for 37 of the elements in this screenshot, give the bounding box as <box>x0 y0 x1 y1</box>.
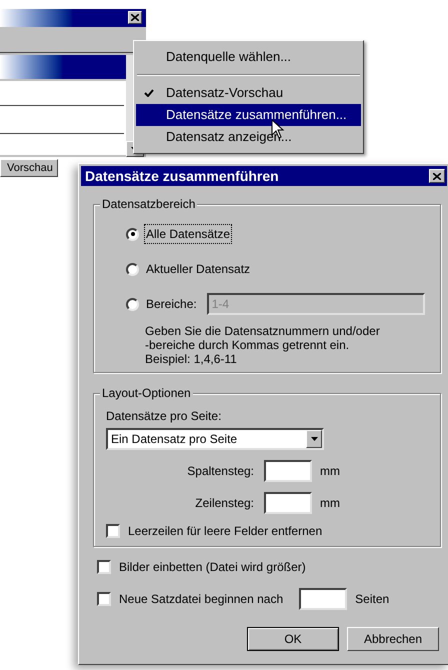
unit-label: Seiten <box>355 591 390 608</box>
input-field[interactable] <box>299 588 348 610</box>
close-icon <box>131 14 139 21</box>
radio-button[interactable] <box>126 298 139 310</box>
dropdown[interactable]: Ein Datensatz pro Seite <box>106 428 324 450</box>
input-field[interactable] <box>264 492 312 514</box>
checkbox-label[interactable]: Bilder einbetten (Datei wird größer) <box>119 558 306 576</box>
group-title: Layout-Optionen <box>100 385 193 401</box>
checkmark-icon <box>144 89 154 97</box>
radio-button[interactable] <box>126 262 139 276</box>
checkbox[interactable] <box>97 560 111 574</box>
close-icon <box>433 172 441 180</box>
vorschau-tab[interactable]: Vorschau <box>0 159 58 177</box>
checkbox[interactable] <box>97 592 111 606</box>
hint-text: Geben Sie die Datensatznummern und/oder -bereiche durch Kommas getrennt ein. Beispiel: 1,4,6-11 <box>144 323 381 366</box>
radio-label[interactable]: Alle Datensätze <box>145 225 232 243</box>
dialog-title: Datensätze zusammenführen <box>85 166 279 186</box>
menu-item[interactable]: Datenquelle wählen... <box>136 46 361 68</box>
input-field[interactable] <box>264 460 312 482</box>
close-button[interactable] <box>429 169 445 183</box>
radio-label[interactable]: Bereiche: <box>145 295 198 313</box>
field-label: Zeilensteg: <box>194 495 255 512</box>
checkbox-label[interactable]: Neue Satzdatei beginnen nach <box>119 590 284 608</box>
dialog-button[interactable]: Abbrechen <box>347 627 439 651</box>
checkbox[interactable] <box>106 524 120 538</box>
menu-item[interactable]: Datensatz-Vorschau <box>136 82 361 104</box>
unit-label: mm <box>319 463 340 480</box>
field-label: Datensätze pro Seite: <box>106 408 222 424</box>
radio-button[interactable] <box>126 228 139 240</box>
unit-label: mm <box>319 495 340 512</box>
menu-item[interactable]: Datensätze zusammenführen... <box>136 104 361 126</box>
checkbox-label[interactable]: Leerzeilen für leere Felder entfernen <box>128 522 322 540</box>
field-label: Spaltensteg: <box>186 463 255 480</box>
close-button[interactable] <box>128 11 142 24</box>
dialog-button[interactable]: OK <box>247 627 339 651</box>
radio-label[interactable]: Aktueller Datensatz <box>145 260 252 278</box>
menu-item[interactable]: Datensatz anzeigen... <box>136 126 361 148</box>
